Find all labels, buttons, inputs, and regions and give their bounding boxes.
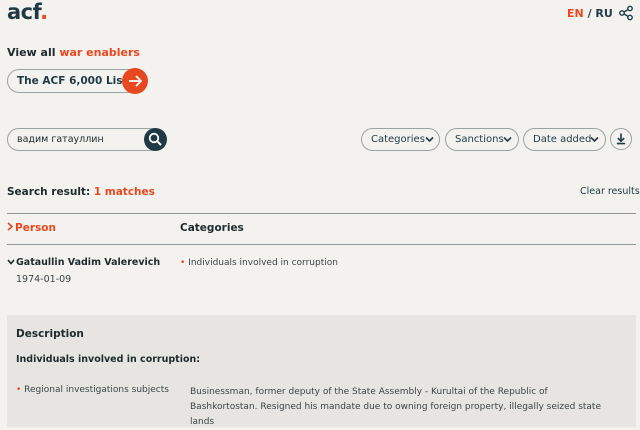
search-icon[interactable] <box>144 128 167 151</box>
person-category-label: Individuals involved in corruption <box>188 258 338 268</box>
acf-logo[interactable]: acf. <box>7 0 48 24</box>
description-key-label: Regional investigations subjects <box>24 385 169 395</box>
logo-dot: . <box>40 0 48 24</box>
lang-separator: / <box>583 7 596 20</box>
lang-ru-link[interactable]: RU <box>595 7 612 20</box>
search-result-label: Search result: <box>7 186 94 198</box>
acf-list-button-label: The ACF 6,000 List <box>17 75 128 87</box>
description-title: Description <box>16 328 84 340</box>
view-all-prefix: View all <box>7 46 60 59</box>
column-header-person[interactable]: Person <box>7 222 56 234</box>
column-header-person-label: Person <box>15 222 56 234</box>
clear-results-link[interactable]: Clear results <box>580 186 640 197</box>
match-count: 1 matches <box>93 186 155 198</box>
chevron-right-icon <box>7 222 14 231</box>
search-input-value: вадим гатауллин <box>17 134 104 145</box>
sanctions-filter-label: Sanctions <box>455 134 504 145</box>
view-all-link[interactable]: View all war enablers <box>7 46 140 59</box>
lang-en-link[interactable]: EN <box>567 7 584 20</box>
view-all-accent: war enablers <box>59 46 140 59</box>
description-subtitle: Individuals involved in corruption: <box>16 354 201 365</box>
person-row-toggle[interactable]: Gataullin Vadim Valerevich <box>7 257 160 268</box>
table-header-divider <box>7 244 636 245</box>
search-result-summary: Search result: 1 matches <box>7 186 155 198</box>
person-category: • Individuals involved in corruption <box>180 258 338 268</box>
arrow-right-icon[interactable] <box>122 68 148 94</box>
top-bar <box>0 0 640 28</box>
person-name: Gataullin Vadim Valerevich <box>16 257 161 268</box>
chevron-down-icon <box>590 136 599 143</box>
categories-filter-label: Categories <box>371 134 425 145</box>
description-text: Businessman, former deputy of the State … <box>190 387 601 427</box>
logo-text: acf <box>7 0 41 24</box>
sanctions-filter[interactable]: Sanctions <box>445 128 519 151</box>
chevron-down-icon <box>503 136 512 143</box>
categories-filter[interactable]: Categories <box>361 128 440 151</box>
column-header-categories: Categories <box>180 222 244 234</box>
language-switcher: EN / RU <box>567 7 613 20</box>
table-top-divider <box>7 213 636 214</box>
date-added-filter-label: Date added <box>533 134 592 145</box>
search-input[interactable]: вадим гатауллин <box>7 128 165 151</box>
chevron-down-icon <box>425 136 434 143</box>
download-icon[interactable] <box>610 128 632 150</box>
bullet-icon: • <box>16 385 25 395</box>
chevron-down-icon <box>7 259 15 265</box>
person-birth-date: 1974-01-09 <box>16 274 72 285</box>
share-icon[interactable] <box>618 5 634 21</box>
bullet-icon: • <box>180 258 189 268</box>
date-added-filter[interactable]: Date added <box>523 128 606 151</box>
description-key: • Regional investigations subjects <box>16 385 169 395</box>
